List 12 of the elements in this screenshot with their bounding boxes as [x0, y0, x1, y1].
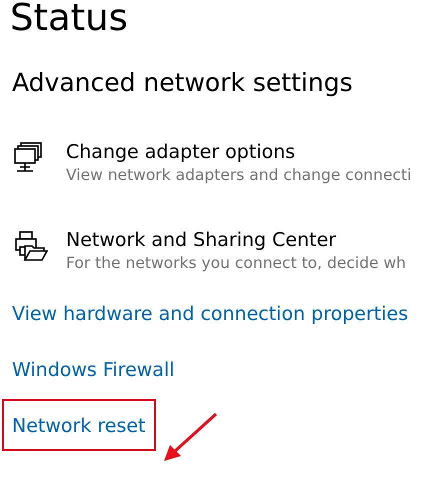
section-heading: Advanced network settings: [12, 67, 353, 99]
settings-link[interactable]: Network reset: [2, 399, 156, 451]
printer-folder-icon: [14, 230, 48, 262]
setting-description: View network adapters and change connecti: [66, 165, 412, 186]
setting-description: For the networks you connect to, decide wh: [66, 253, 406, 274]
settings-link[interactable]: View hardware and connection properties: [10, 299, 410, 329]
setting-title[interactable]: Network and Sharing Center: [66, 228, 406, 252]
page-title: Status: [10, 0, 128, 41]
setting-title[interactable]: Change adapter options: [66, 140, 412, 164]
annotation-arrow: [164, 412, 217, 461]
settings-link[interactable]: Windows Firewall: [10, 355, 177, 385]
monitors-icon: [14, 142, 44, 174]
